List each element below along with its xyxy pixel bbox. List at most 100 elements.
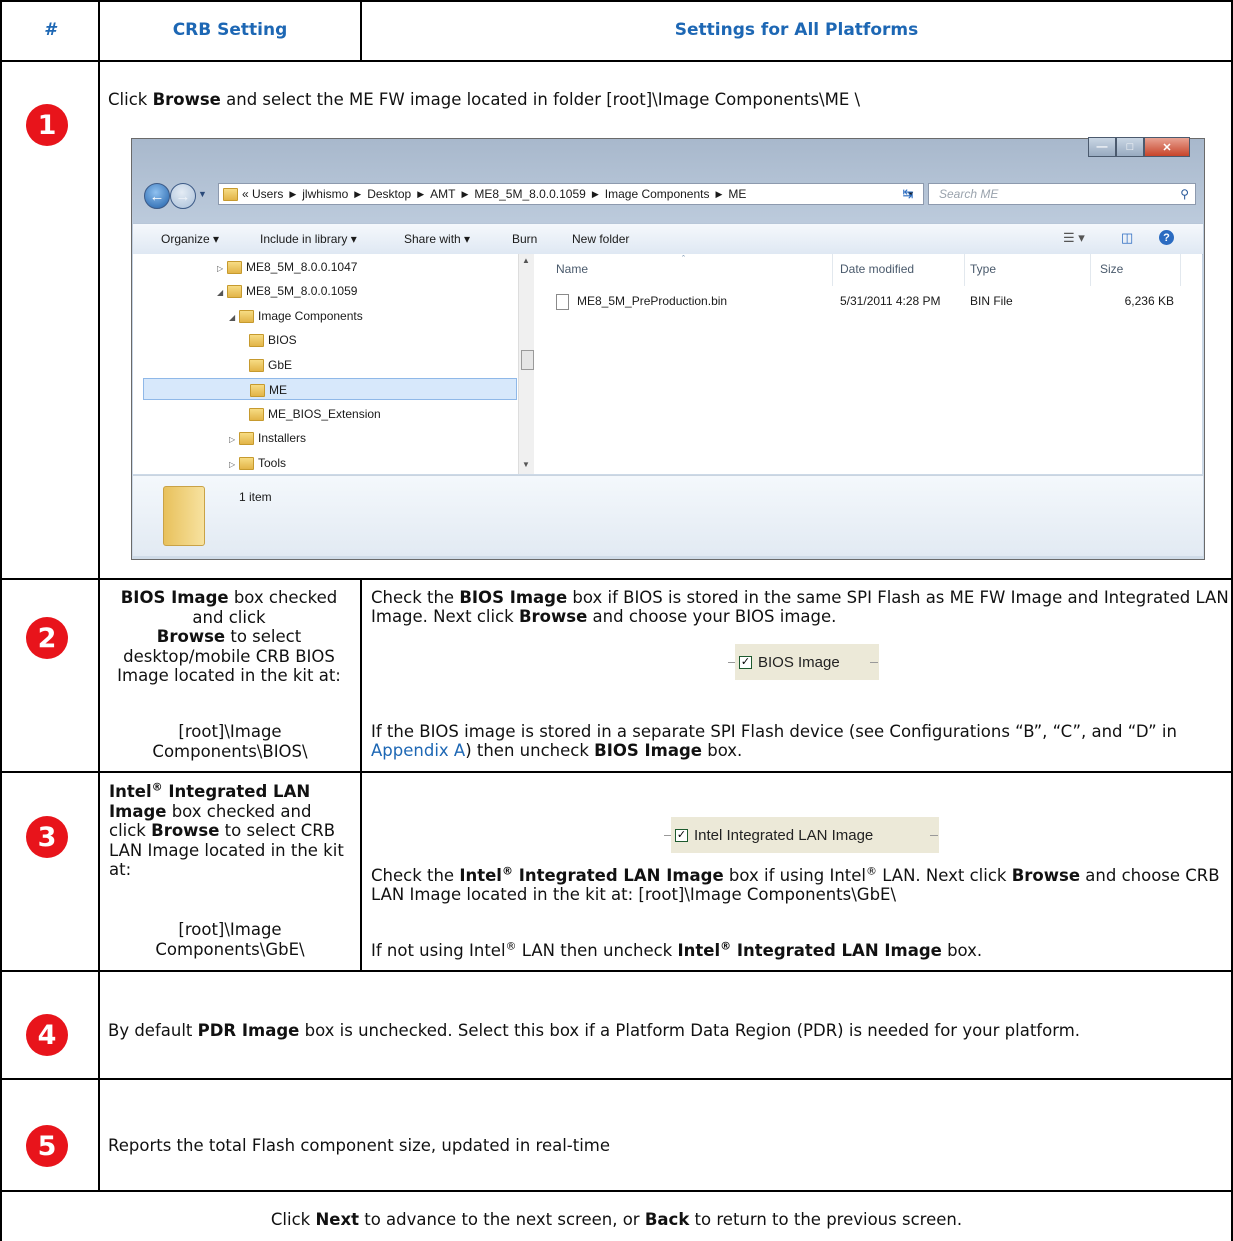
- preview-pane-icon[interactable]: ◫: [1121, 230, 1133, 246]
- text: If not using Intel: [371, 941, 506, 960]
- folder-icon: [250, 384, 265, 398]
- folder-icon: [223, 187, 238, 201]
- step-2-badge: 2: [26, 617, 68, 659]
- refresh-icon[interactable]: ↹: [898, 185, 918, 203]
- bold-text: BIOS Image: [120, 588, 229, 607]
- expand-arrow-icon[interactable]: ▷: [229, 454, 239, 476]
- column-header-type[interactable]: Type: [970, 262, 996, 276]
- checkbox-label: Intel Integrated LAN Image: [694, 826, 874, 844]
- text: and select the ME FW image located in fo…: [220, 90, 861, 109]
- back-arrow-icon[interactable]: ←: [144, 183, 170, 209]
- text: box if using Intel: [723, 866, 866, 885]
- row-divider: [0, 771, 1233, 773]
- table-border-top: [0, 0, 1233, 2]
- breadcrumb-item[interactable]: ME: [728, 187, 746, 201]
- text: Check the: [371, 866, 460, 885]
- row-divider: [0, 578, 1233, 580]
- appendix-a-link[interactable]: Appendix A: [371, 741, 465, 760]
- registered-mark: ®: [501, 864, 513, 878]
- bold-text: BIOS Image: [594, 741, 702, 760]
- column-header-date[interactable]: Date modified: [840, 262, 914, 276]
- file-icon: [556, 294, 569, 310]
- history-dropdown-icon[interactable]: ▼: [198, 189, 207, 199]
- folder-icon: [239, 432, 254, 446]
- row-2-description: Check the BIOS Image box if BIOS is stor…: [371, 588, 1229, 626]
- breadcrumb-separator-icon: ▶: [461, 188, 469, 199]
- breadcrumb-separator-icon: ▶: [591, 188, 599, 199]
- tree-item[interactable]: ◢ Image Components: [229, 305, 363, 327]
- breadcrumb-item[interactable]: ME8_5M_8.0.0.1059: [474, 187, 585, 201]
- scroll-thumb[interactable]: [521, 350, 534, 370]
- row-2-note: If the BIOS image is stored in a separat…: [371, 722, 1229, 760]
- scroll-down-icon[interactable]: ▼: [522, 460, 530, 469]
- row-divider: [0, 1078, 1233, 1080]
- tree-item[interactable]: ▷ ME8_5M_8.0.0.1047: [217, 256, 357, 278]
- footer-instruction: Click Next to advance to the next screen…: [2, 1210, 1231, 1230]
- tree-label: Tools: [258, 456, 287, 470]
- forward-arrow-icon[interactable]: →: [170, 183, 196, 209]
- tree-item[interactable]: ◢ ME8_5M_8.0.0.1059: [217, 280, 357, 302]
- breadcrumb-item[interactable]: Desktop: [367, 187, 411, 201]
- share-with-button[interactable]: Share with ▾: [404, 232, 470, 246]
- address-bar[interactable]: « Users ▶ jlwhismo ▶ Desktop ▶ AMT ▶ ME8_5M_…: [218, 183, 924, 205]
- row-divider: [0, 60, 1233, 62]
- file-row[interactable]: ME8_5M_PreProduction.bin: [556, 294, 727, 310]
- bold-text: Browse: [152, 90, 221, 109]
- breadcrumb-item[interactable]: « Users: [242, 187, 283, 201]
- close-button[interactable]: ✕: [1144, 137, 1190, 157]
- bold-text: Browse: [518, 607, 588, 626]
- tree-label: GbE: [268, 358, 293, 372]
- bold-text: Intel: [459, 866, 502, 885]
- tree-item[interactable]: BIOS: [249, 329, 297, 351]
- file-size: 6,236 KB: [1124, 294, 1174, 308]
- tree-label: Installers: [258, 431, 307, 445]
- breadcrumb-separator-icon: ▶: [715, 188, 723, 199]
- change-view-icon[interactable]: ☰ ▾: [1063, 230, 1085, 246]
- organize-button[interactable]: Organize ▾: [161, 232, 219, 246]
- breadcrumb-item[interactable]: Image Components: [605, 187, 710, 201]
- details-pane: 1 item: [133, 475, 1203, 556]
- column-separator: [1090, 254, 1091, 286]
- column-header-name[interactable]: Name: [556, 262, 588, 276]
- tree-item[interactable]: ME_BIOS_Extension: [249, 403, 381, 425]
- window-caption-buttons: — □ ✕: [1088, 137, 1190, 157]
- tree-item[interactable]: GbE: [249, 354, 292, 376]
- row-4-instruction: By default PDR Image box is unchecked. S…: [108, 1021, 1080, 1041]
- maximize-button[interactable]: □: [1116, 137, 1144, 157]
- minimize-button[interactable]: —: [1088, 137, 1116, 157]
- tree-item-selected[interactable]: ME: [143, 378, 517, 400]
- explorer-window: — □ ✕ ← → ▼ « Users ▶ jlwhismo ▶ Desktop ▶ …: [131, 137, 1205, 560]
- collapse-arrow-icon[interactable]: ◢: [217, 282, 227, 304]
- bold-text: Browse: [1011, 866, 1081, 885]
- expand-arrow-icon[interactable]: ▷: [229, 429, 239, 451]
- tree-label: Image Components: [258, 309, 363, 323]
- include-in-library-button[interactable]: Include in library ▾: [260, 232, 357, 246]
- breadcrumb-item[interactable]: AMT: [430, 187, 455, 201]
- scroll-up-icon[interactable]: ▲: [522, 256, 530, 265]
- header-number: #: [44, 20, 56, 40]
- new-folder-button[interactable]: New folder: [572, 232, 629, 246]
- breadcrumb-item[interactable]: jlwhismo: [302, 187, 348, 201]
- collapse-arrow-icon[interactable]: ◢: [229, 307, 239, 329]
- text: to select desktop/mobile CRB BIOS Image …: [117, 627, 341, 685]
- bold-text: Integrated LAN Image: [731, 941, 942, 960]
- bold-text: Intel: [677, 941, 721, 960]
- tree-item[interactable]: ▷ Tools: [229, 452, 286, 474]
- search-input[interactable]: Search ME ⚲: [928, 183, 1196, 205]
- table-border-left: [0, 0, 2, 1241]
- column-separator: [1180, 254, 1181, 286]
- text: By default: [108, 1021, 198, 1040]
- expand-arrow-icon[interactable]: ▷: [217, 258, 227, 280]
- groupbox-line: [870, 662, 878, 663]
- burn-button[interactable]: Burn: [512, 232, 537, 246]
- text: If the BIOS image is stored in a separat…: [371, 722, 1177, 741]
- intel-lan-image-checkbox[interactable]: ✓ Intel Integrated LAN Image: [671, 817, 939, 853]
- row-divider: [0, 970, 1233, 972]
- text: box is unchecked. Select this box if a P…: [299, 1021, 1081, 1040]
- folder-icon: [239, 310, 254, 324]
- tree-item[interactable]: ▷ Installers: [229, 427, 306, 449]
- column-header-size[interactable]: Size: [1100, 262, 1123, 276]
- help-icon[interactable]: ?: [1159, 230, 1174, 245]
- bios-image-checkbox[interactable]: ✓ BIOS Image: [735, 644, 879, 680]
- nav-scrollbar[interactable]: ▲ ▼: [518, 254, 535, 474]
